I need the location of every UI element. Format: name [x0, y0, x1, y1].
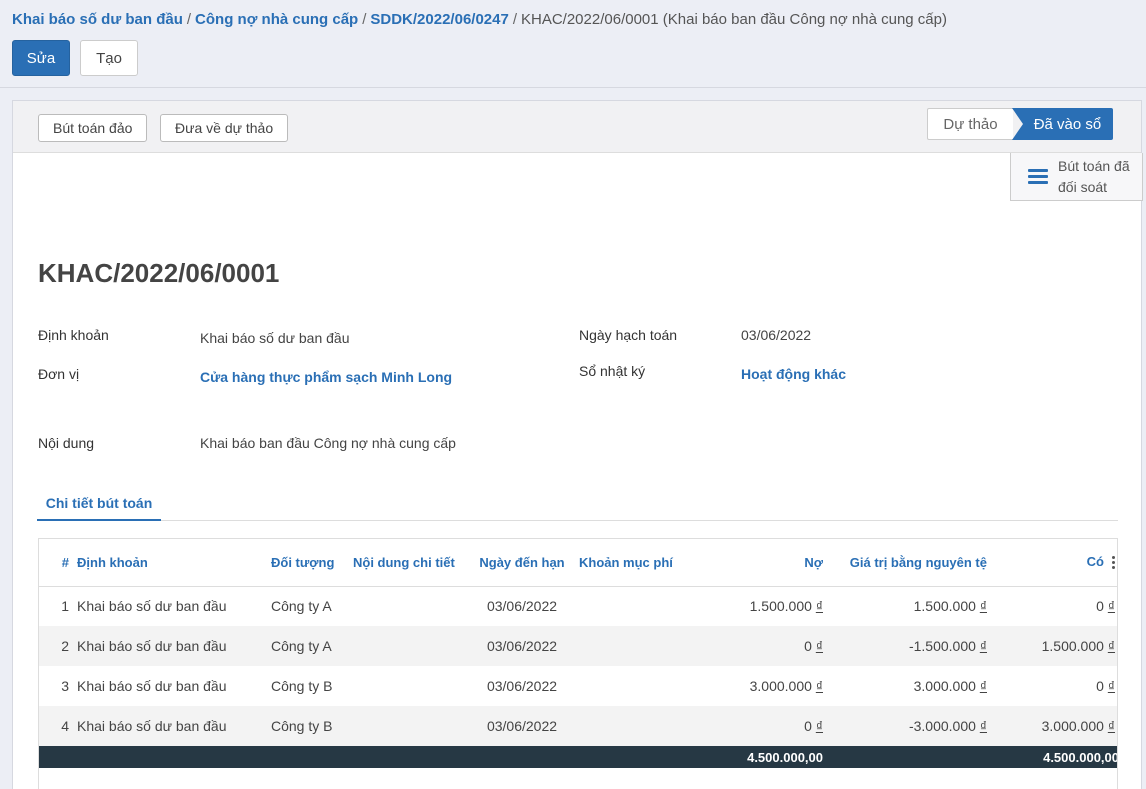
row-expense [575, 706, 685, 746]
table-row[interactable]: 3 Khai báo số dư ban đầu Công ty B 03/06/20… [39, 666, 1117, 706]
accounting-date-label: Ngày hạch toán [579, 327, 678, 343]
table-header-row: # Định khoản Đối tượng Nội dung chi tiết… [39, 539, 1117, 587]
row-expense [575, 626, 685, 666]
journal-label: Sổ nhật ký [579, 363, 646, 379]
record-title: KHAC/2022/06/0001 [38, 258, 280, 288]
edit-button[interactable]: Sửa [12, 40, 70, 76]
row-debit: 0 ₫ [685, 626, 827, 666]
breadcrumb-separator: / [512, 11, 517, 28]
row-currency-amount: 1.500.000 ₫ [913, 598, 987, 615]
row-currency-amount: -1.500.000 ₫ [827, 626, 991, 666]
journal-link[interactable]: Hoạt động khác [741, 366, 846, 382]
col-debit[interactable]: Nợ [685, 539, 827, 587]
row-partner: Công ty A [271, 598, 332, 615]
table-row[interactable]: 4 Khai báo số dư ban đầu Công ty B 03/06/20… [39, 706, 1117, 746]
form-sheet: Bút toán đảo Đưa về dự thảo Dự thảo Đã v… [12, 100, 1143, 789]
stage-draft[interactable]: Dự thảo [927, 108, 1013, 140]
row-account: Khai báo số dư ban đầu [77, 598, 227, 615]
unit-link[interactable]: Cửa hàng thực phẩm sạch Minh Long [200, 369, 452, 385]
accounting-date-value: 03/06/2022 [741, 327, 812, 343]
row-due-date: 03/06/2022 [486, 678, 558, 694]
row-credit: 3.000.000 ₫ [991, 706, 1117, 746]
breadcrumb-item-opening-balance[interactable]: Khai báo số dư ban đầu [12, 11, 183, 28]
row-index: 4 [39, 706, 73, 746]
account-value: Khai báo số dư ban đầu [200, 330, 350, 346]
total-credit: 4.500.000,00 [991, 746, 1117, 768]
table-row[interactable]: 2 Khai báo số dư ban đầu Công ty A 03/06/20… [39, 626, 1117, 666]
row-due-date: 03/06/2022 [469, 626, 575, 666]
row-credit: 1.500.000 ₫ [991, 626, 1117, 666]
col-credit[interactable]: Có [991, 539, 1117, 587]
total-debit: 4.500.000,00 [685, 746, 827, 768]
breadcrumb: Khai báo số dư ban đầu / Công nợ nhà cung … [12, 11, 947, 28]
notebook-tabs: Chi tiết bút toán [37, 487, 1118, 521]
row-detail [349, 586, 469, 626]
row-expense [575, 586, 685, 626]
row-detail [349, 666, 469, 706]
tab-entry-details[interactable]: Chi tiết bút toán [37, 487, 161, 521]
row-currency-amount: -3.000.000 ₫ [827, 706, 991, 746]
list-icon [1028, 166, 1048, 187]
col-partner[interactable]: Đối tượng [267, 539, 349, 587]
col-detail[interactable]: Nội dung chi tiết [349, 539, 469, 587]
reconciled-entries-label: Bút toán đã đối soát [1058, 157, 1130, 195]
reverse-entry-button[interactable]: Bút toán đảo [38, 114, 148, 142]
col-expense[interactable]: Khoản mục phí [575, 539, 685, 587]
col-account[interactable]: Định khoản [73, 539, 267, 587]
row-debit: 0 ₫ [685, 706, 827, 746]
row-detail [349, 706, 469, 746]
breadcrumb-item-sddk[interactable]: SDDK/2022/06/0247 [370, 11, 508, 28]
col-index[interactable]: # [39, 539, 73, 587]
breadcrumb-item-supplier-debt[interactable]: Công nợ nhà cung cấp [195, 11, 358, 28]
column-options-icon[interactable] [1112, 554, 1115, 571]
row-index: 1 [61, 598, 69, 615]
content-value: Khai báo ban đầu Công nợ nhà cung cấp [200, 435, 456, 451]
row-credit: 0 ₫ [1096, 598, 1115, 615]
row-currency-amount: 3.000.000 ₫ [913, 678, 987, 694]
create-button[interactable]: Tạo [80, 40, 138, 76]
row-account: Khai báo số dư ban đầu [73, 626, 267, 666]
stage-posted[interactable]: Đã vào sổ [1012, 108, 1113, 140]
unit-label: Đơn vị [38, 366, 80, 382]
breadcrumb-current: KHAC/2022/06/0001 (Khai báo ban đầu Công… [521, 11, 947, 28]
row-expense [575, 666, 685, 706]
row-due-date: 03/06/2022 [486, 598, 558, 615]
table-row[interactable]: 1 Khai báo số dư ban đầu Công ty A 03/06/20… [39, 586, 1117, 626]
row-partner: Công ty A [267, 626, 349, 666]
account-label: Định khoản [38, 327, 109, 343]
row-partner: Công ty B [267, 706, 349, 746]
reconciled-entries-button[interactable]: Bút toán đã đối soát [1010, 153, 1143, 201]
control-panel: Khai báo số dư ban đầu / Công nợ nhà cung … [0, 0, 1146, 88]
entry-lines-table: # Định khoản Đối tượng Nội dung chi tiết… [38, 538, 1118, 789]
row-credit: 0 ₫ [1096, 678, 1115, 694]
row-account: Khai báo số dư ban đầu [73, 706, 267, 746]
row-due-date: 03/06/2022 [469, 706, 575, 746]
row-index: 2 [39, 626, 73, 666]
content-label: Nội dung [38, 435, 95, 451]
totals-row: 4.500.000,00 4.500.000,00 [39, 746, 1117, 768]
row-debit: 1.500.000 ₫ [749, 598, 823, 615]
row-index: 3 [61, 678, 69, 694]
reset-to-draft-button[interactable]: Đưa về dự thảo [160, 114, 289, 142]
breadcrumb-separator: / [362, 11, 367, 28]
col-due-date[interactable]: Ngày đến hạn [469, 539, 575, 587]
row-debit: 3.000.000 ₫ [749, 678, 823, 694]
row-account: Khai báo số dư ban đầu [77, 678, 227, 694]
breadcrumb-separator: / [186, 11, 192, 28]
row-detail [349, 626, 469, 666]
row-partner: Công ty B [271, 678, 333, 694]
col-currency-amount[interactable]: Giá trị bằng nguyên tệ [827, 539, 991, 587]
statusbar: Bút toán đảo Đưa về dự thảo Dự thảo Đã v… [13, 101, 1141, 153]
